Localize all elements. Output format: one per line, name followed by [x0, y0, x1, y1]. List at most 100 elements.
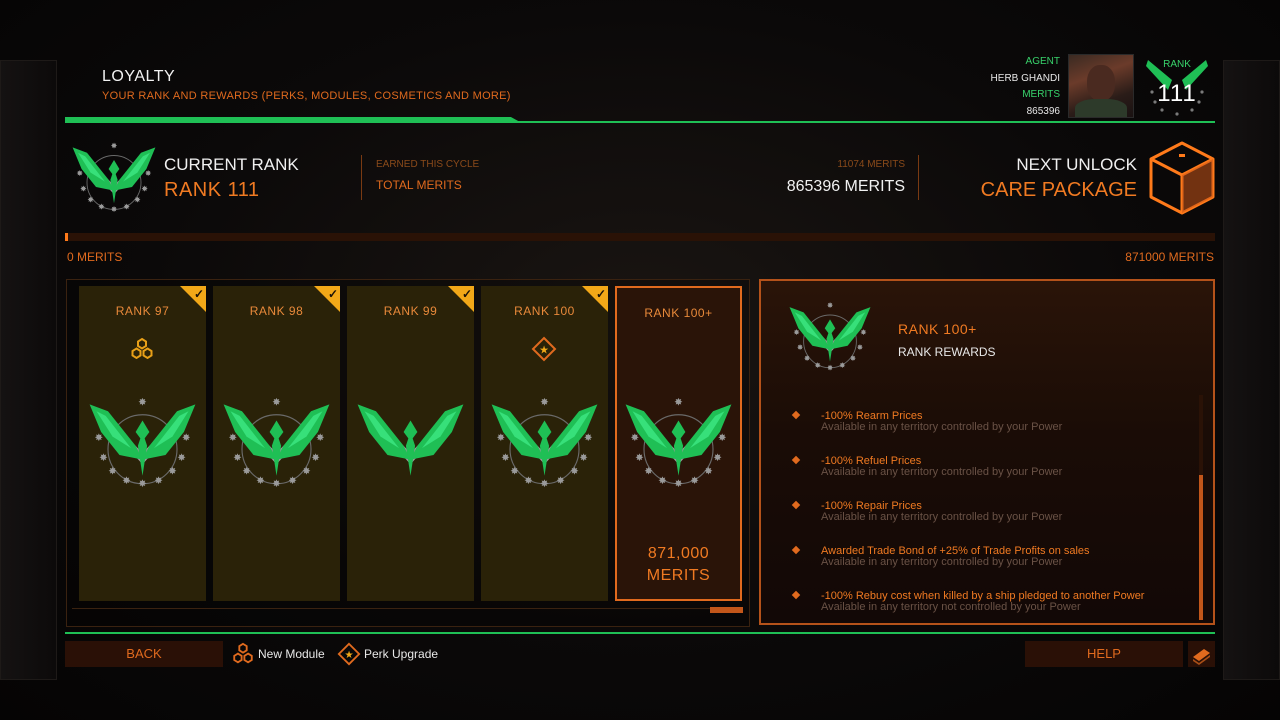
perk-item: -100% Rearm Prices Available in any terr… — [790, 408, 1190, 453]
svg-text:✸: ✸ — [138, 478, 147, 490]
svg-text:★: ★ — [344, 650, 353, 661]
perk-description: Available in any territory controlled by… — [821, 556, 1063, 568]
svg-text:✸: ✸ — [857, 343, 864, 352]
rank-card[interactable]: RANK 99 ✓ — [347, 286, 474, 601]
current-rank-emblem-icon: ✸✸✸✸ ✸ ✸✸✸✸✸ — [72, 140, 156, 214]
svg-text:✸: ✸ — [635, 452, 644, 464]
rank-card[interactable]: RANK 100 ✓ ★ ✸ ✸ ✸ ✸ ✸ ✸ ✸ ✸ ✸ ✸ — [481, 286, 608, 601]
svg-text:✸: ✸ — [630, 432, 639, 444]
svg-text:✸: ✸ — [168, 466, 177, 478]
svg-text:✸: ✸ — [524, 475, 533, 487]
detail-subtitle: RANK REWARDS — [898, 345, 996, 359]
svg-text:✸: ✸ — [145, 168, 152, 178]
svg-text:✸: ✸ — [138, 397, 147, 409]
divider — [918, 155, 919, 200]
svg-text:✸: ✸ — [793, 328, 800, 337]
svg-text:✸: ✸ — [579, 452, 588, 464]
agent-info: AGENT HERB GHANDI MERITS 865396 — [991, 54, 1060, 120]
svg-text:✸: ✸ — [827, 363, 834, 372]
perk-description: Available in any territory controlled by… — [821, 466, 1063, 478]
rank-emblem-icon: ✸✸✸✸ ✸ ✸✸✸✸✸ — [223, 397, 330, 490]
svg-text:✸: ✸ — [141, 184, 148, 194]
care-package-icon — [1149, 141, 1215, 215]
svg-text:✸: ✸ — [570, 466, 579, 478]
svg-text:✸: ✸ — [108, 466, 117, 478]
svg-text:✸: ✸ — [288, 475, 297, 487]
perk-description: Available in any territory controlled by… — [821, 421, 1063, 433]
bullet-icon — [791, 590, 801, 600]
svg-text:✸: ✸ — [797, 343, 804, 352]
svg-text:✸: ✸ — [80, 184, 87, 194]
total-merits-value: 865396 MERITS — [786, 178, 905, 195]
perk-item: -100% Refuel Prices Available in any ter… — [790, 453, 1190, 498]
rank-card[interactable]: RANK 97 ✓ ✸ ✸ ✸ ✸ ✸ ✸ ✸ ✸ ✸ ✸ — [79, 286, 206, 601]
svg-text:✸: ✸ — [690, 475, 699, 487]
merits-label: MERITS — [1022, 89, 1060, 100]
rank-card[interactable]: RANK 98 ✓ ✸ ✸ ✸ ✸ ✸ ✸ ✸ ✸ ✸ ✸ — [213, 286, 340, 601]
svg-text:✸: ✸ — [556, 475, 565, 487]
svg-text:✸: ✸ — [228, 432, 237, 444]
svg-text:✸: ✸ — [674, 397, 683, 409]
help-book-icon[interactable] — [1188, 641, 1215, 667]
svg-text:✸: ✸ — [98, 202, 105, 212]
earned-cycle-label: EARNED THIS CYCLE — [376, 159, 480, 170]
rank-card-title: RANK 100 — [514, 304, 575, 318]
frame-right-panel — [1223, 60, 1280, 680]
svg-text:✸: ✸ — [177, 452, 186, 464]
rank-badge-label: RANK — [1163, 59, 1191, 70]
svg-text:✸: ✸ — [584, 432, 593, 444]
divider — [361, 155, 362, 200]
svg-text:✸: ✸ — [182, 432, 191, 444]
merits-progress-fill — [65, 233, 68, 241]
svg-text:★: ★ — [539, 344, 549, 357]
rank-emblem-icon — [357, 404, 464, 476]
rank-emblem-icon: ✸✸✸✸ ✸ ✸✸✸✸✸ — [491, 397, 598, 490]
rank-list-scrollbar[interactable] — [72, 608, 742, 609]
svg-text:✸: ✸ — [302, 466, 311, 478]
svg-text:✸: ✸ — [860, 328, 867, 337]
svg-text:✸: ✸ — [540, 397, 549, 409]
svg-text:✸: ✸ — [839, 361, 846, 370]
rank-card-merits-value: 871,000 — [647, 545, 710, 562]
svg-text:✸: ✸ — [111, 140, 118, 150]
earned-cycle-value: 11074 MERITS — [837, 159, 905, 170]
help-button[interactable]: HELP — [1025, 641, 1183, 667]
perk-upgrade-icon: ★ — [337, 642, 361, 666]
perk-description: Available in any territory controlled by… — [821, 511, 1063, 523]
svg-text:✸: ✸ — [242, 466, 251, 478]
svg-text:✸: ✸ — [272, 478, 281, 490]
perk-list-scroll-thumb[interactable] — [1199, 475, 1203, 620]
svg-text:✸: ✸ — [644, 466, 653, 478]
merits-value: 865396 — [1026, 105, 1060, 117]
rank-list-scroll-thumb[interactable] — [710, 607, 743, 613]
page-subtitle: YOUR RANK AND REWARDS (PERKS, MODULES, C… — [102, 90, 511, 102]
rank-card-merits: 871,000 MERITS — [617, 543, 740, 587]
svg-text:✸: ✸ — [540, 478, 549, 490]
perk-description: Available in any territory not controlle… — [821, 601, 1081, 613]
back-button[interactable]: BACK — [65, 641, 223, 667]
svg-text:✸: ✸ — [704, 466, 713, 478]
new-module-icon — [131, 337, 153, 360]
new-module-icon — [233, 642, 253, 664]
next-unlock-value: CARE PACKAGE — [980, 179, 1137, 201]
header-divider — [65, 121, 1215, 123]
detail-rank-emblem-icon: ✸✸✸✸ ✸ ✸✸✸✸✸ — [789, 301, 871, 372]
rank-card-selected[interactable]: RANK 100+ ✸ ✸ ✸ ✸ ✸ ✸ ✸ ✸ ✸ ✸ 871,000 MERITS — [615, 286, 742, 601]
rank-emblem-icon: ✸✸✸✸ ✸ ✸✸✸✸✸ — [625, 397, 732, 490]
svg-text:✸: ✸ — [87, 194, 94, 204]
svg-text:✸: ✸ — [99, 452, 108, 464]
svg-text:✸: ✸ — [510, 466, 519, 478]
svg-text:✸: ✸ — [233, 452, 242, 464]
rank-card-title: RANK 99 — [383, 304, 438, 318]
bullet-icon — [791, 545, 801, 555]
svg-text:✸: ✸ — [154, 475, 163, 487]
progress-max-label: 871000 MERITS — [1125, 250, 1214, 264]
current-rank-label: CURRENT RANK — [164, 155, 299, 174]
frame-left-panel — [0, 60, 57, 680]
svg-text:✸: ✸ — [718, 432, 727, 444]
svg-text:✸: ✸ — [827, 301, 834, 310]
svg-text:✸: ✸ — [122, 475, 131, 487]
progress-min-label: 0 MERITS — [67, 250, 123, 264]
svg-text:✸: ✸ — [850, 354, 857, 363]
rank-badge-number: 111 — [1157, 80, 1197, 107]
